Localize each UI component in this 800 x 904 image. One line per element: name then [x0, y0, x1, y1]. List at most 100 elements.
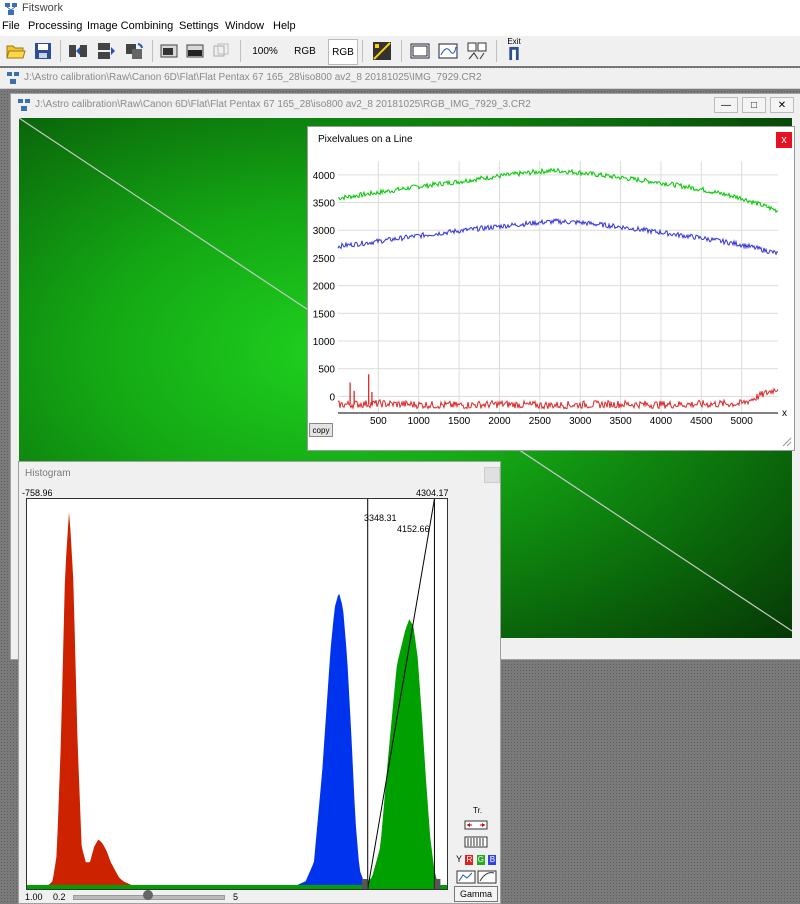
histogram-channel [27, 619, 447, 889]
y-tick-label: 0 [329, 392, 335, 403]
x-tick-label: 4000 [650, 416, 673, 426]
mdi-document-title: J:\Astro calibration\Raw\Canon 6D\Flat\F… [24, 72, 482, 83]
x-tick-label: 4500 [690, 416, 713, 426]
x-tick-label: 1000 [408, 416, 431, 426]
histogram-window-button[interactable] [484, 467, 500, 483]
y-tick-label: 2500 [313, 254, 336, 265]
statistics-button[interactable] [464, 39, 490, 63]
x-tick-label: 3000 [569, 416, 592, 426]
transfer-label: Tr. [473, 806, 483, 815]
range-arrows-icon [464, 820, 488, 830]
menu-processing[interactable]: Processing [28, 20, 82, 32]
exit-door-icon [509, 46, 519, 61]
series-line [337, 387, 779, 411]
rgb-view-button[interactable]: RGB [290, 39, 320, 63]
resize-button[interactable] [184, 39, 206, 63]
channel-selector: Y R G B [456, 854, 497, 865]
pixel-values-window[interactable]: Pixelvalues on a Line x 500 1000 1500 2000 2… [307, 126, 795, 451]
histogram-window[interactable]: Histogram -758.96 4304.17 3348.31 4152.6… [18, 461, 501, 904]
menu-file[interactable]: File [2, 20, 20, 32]
menu-image-combining[interactable]: Image Combining [87, 20, 173, 32]
x-axis-label: x [782, 408, 787, 419]
copy-button[interactable]: copy [309, 423, 333, 437]
channel-g[interactable]: G [476, 855, 485, 865]
y-tick-label: 4000 [313, 171, 336, 182]
transfer-bars-button[interactable] [464, 836, 490, 848]
flip-horizontal-icon [69, 45, 87, 57]
rotate-button[interactable] [122, 39, 146, 63]
levels-button[interactable] [370, 39, 394, 63]
histogram-window-title: Histogram [25, 468, 71, 479]
marker-low-handle [361, 879, 368, 889]
zoom-100-button[interactable]: 100% [248, 39, 282, 63]
gamma-slider-thumb[interactable] [143, 890, 153, 900]
y-tick-label: 2000 [313, 282, 336, 293]
histogram-chart [27, 499, 447, 889]
flip-horizontal-button[interactable] [66, 39, 90, 63]
menu-help[interactable]: Help [273, 20, 296, 32]
transfer-range-button[interactable] [464, 819, 490, 831]
histogram-plot[interactable] [26, 498, 448, 890]
channel-y[interactable]: Y [456, 854, 462, 864]
series-line [337, 218, 779, 256]
x-tick-label: 500 [370, 416, 387, 426]
pixel-window-close-button[interactable]: x [776, 132, 792, 148]
floppy-disk-icon [35, 43, 51, 59]
frame-icon [410, 43, 430, 59]
statistics-icon [467, 42, 487, 60]
bars-icon [464, 836, 488, 848]
flip-vertical-button[interactable] [94, 39, 118, 63]
image-info-button[interactable] [408, 39, 432, 63]
slider-left-value: 1.00 [25, 892, 43, 902]
curve-icon [438, 43, 458, 59]
exit-button[interactable]: Exit [502, 37, 526, 61]
mdi-document-bar: J:\Astro calibration\Raw\Canon 6D\Flat\F… [0, 68, 800, 89]
menu-window[interactable]: Window [225, 20, 264, 32]
levels-icon [373, 42, 391, 60]
x-tick-label: 2500 [529, 416, 552, 426]
resize-icon [186, 44, 204, 58]
line-profile-button[interactable] [436, 39, 460, 63]
line-profile-chart: 500 1000 1500 2000 2500 3000 3500 4000 4500 5000 0… [313, 161, 787, 426]
channel-r[interactable]: R [465, 855, 474, 865]
close-icon: x [781, 134, 787, 146]
histogram-max-label: 4304.17 [416, 488, 449, 498]
image-window-title: J:\Astro calibration\Raw\Canon 6D\Flat\F… [35, 99, 531, 110]
x-tick-label: 2000 [488, 416, 511, 426]
flip-vertical-icon [98, 43, 115, 59]
restore-icon: □ [750, 99, 758, 111]
curve-type-button[interactable] [456, 870, 498, 884]
rgb-toggle-button[interactable]: RGB [328, 39, 358, 65]
slider-max-label: 5 [233, 892, 239, 902]
restore-button[interactable]: □ [742, 97, 766, 113]
x-tick-label: 1500 [448, 416, 471, 426]
open-file-button[interactable] [4, 39, 28, 63]
app-title-bar: Fitswork [0, 0, 800, 18]
transform-icon [213, 43, 229, 57]
resize-grip-icon [782, 437, 792, 447]
crop-button[interactable] [158, 39, 180, 63]
toolbar: 100% RGB RGB Exit [0, 36, 800, 66]
menu-settings[interactable]: Settings [179, 20, 219, 32]
close-icon: ✕ [777, 99, 787, 111]
marker-high-handle [434, 879, 441, 889]
pixel-window-title: Pixelvalues on a Line [318, 134, 413, 145]
close-button[interactable]: ✕ [770, 97, 794, 113]
rotate-icon [126, 43, 143, 59]
curve-icon [456, 870, 497, 884]
fitswork-logo-icon [5, 3, 17, 15]
gamma-button[interactable]: Gamma [454, 886, 498, 902]
exit-label: Exit [507, 37, 521, 46]
document-icon [7, 72, 19, 84]
crop-icon [160, 44, 178, 58]
minimize-button[interactable]: — [714, 97, 738, 113]
y-tick-label: 3000 [313, 226, 336, 237]
save-file-button[interactable] [32, 39, 54, 63]
transform-button[interactable] [210, 39, 232, 63]
y-tick-label: 1000 [313, 337, 336, 348]
y-tick-label: 500 [318, 365, 335, 376]
x-tick-label: 5000 [731, 416, 754, 426]
y-tick-label: 1500 [313, 309, 336, 320]
minimize-icon: — [721, 99, 731, 111]
channel-b[interactable]: B [488, 855, 497, 865]
